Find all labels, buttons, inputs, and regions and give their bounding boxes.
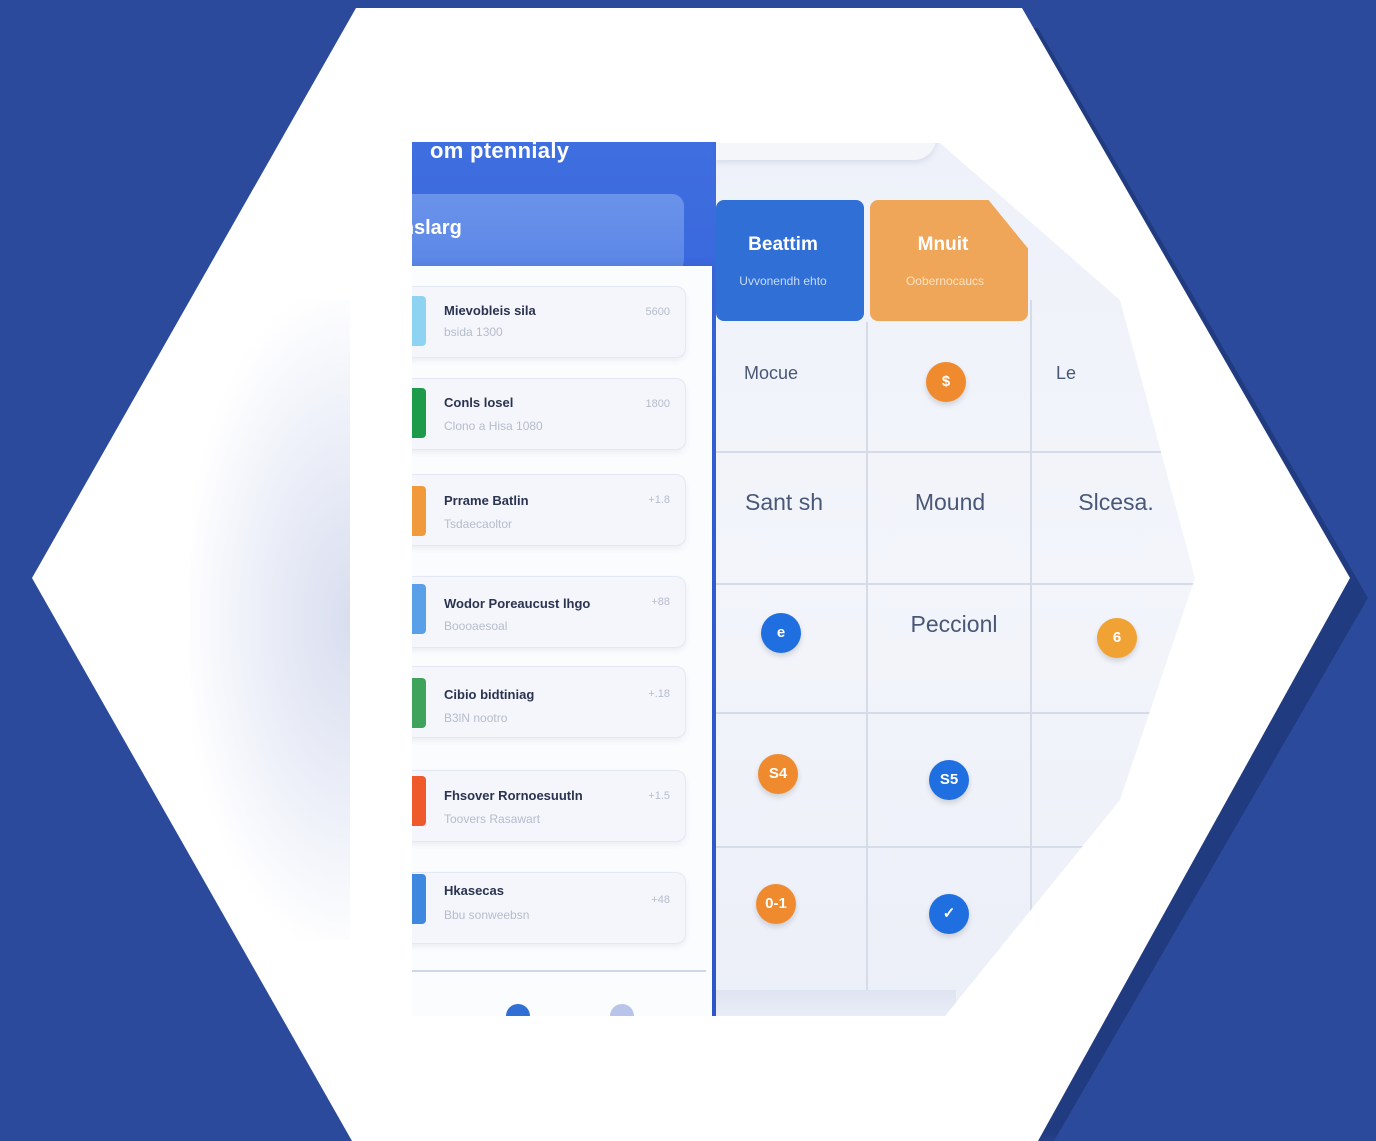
- grid-cell[interactable]: Mound: [870, 489, 1030, 516]
- list-item-subtitle: bsida 1300: [444, 325, 503, 339]
- list-item-subtitle: Tsdaecaoltor: [444, 517, 513, 531]
- list-item-subtitle: B3lN nootro: [444, 711, 508, 725]
- list-item-subtitle: Clono a Hisa 1080: [444, 419, 543, 433]
- mockup-glow: [190, 300, 350, 940]
- list-item-meta: +1.5: [648, 790, 670, 802]
- check-icon[interactable]: ✓: [929, 894, 969, 934]
- counter-icon[interactable]: 0-1: [756, 884, 796, 924]
- list-item-meta: 5600: [645, 306, 670, 318]
- sheet-divider: [412, 970, 706, 972]
- header-card-title: Mnuit: [917, 234, 969, 255]
- list-item-title: Cibio bidtiniag: [444, 687, 535, 702]
- list-item-title: Fhsover Rornoesuutln: [444, 788, 583, 803]
- dollar-icon[interactable]: $: [926, 362, 966, 402]
- grid-cell[interactable]: Peccionl: [874, 611, 1034, 638]
- grid-footer: [716, 990, 956, 1016]
- list-item-title: Wodor Poreaucust lhgo: [444, 596, 591, 611]
- list-item-title: Mievobleis sila: [444, 303, 536, 318]
- grid-cell[interactable]: Mocue: [691, 363, 851, 384]
- grid-divider: [866, 322, 868, 990]
- grid-divider: [716, 451, 1195, 453]
- grid-cell[interactable]: Slcesa.: [1036, 489, 1195, 516]
- list-item-subtitle: Bbu sonweebsn: [444, 908, 530, 922]
- grid-cell[interactable]: Sant sh: [704, 489, 864, 516]
- coin-icon[interactable]: 6: [1097, 618, 1137, 658]
- header-card-subtitle: Uvvonendh ehto: [739, 274, 827, 288]
- list-item-title: Prrame Batlin: [444, 493, 529, 508]
- list-item-meta: +1.8: [648, 494, 670, 506]
- header-card-title: Beattim: [748, 234, 818, 255]
- list-item-meta: +88: [651, 596, 670, 608]
- currency-icon[interactable]: S4: [758, 754, 798, 794]
- header-card-subtitle: Oobernocaucs: [905, 274, 985, 288]
- list-item-subtitle: Toovers Rasawart: [444, 812, 541, 826]
- list-item-title: Conls losel: [444, 395, 514, 410]
- money-icon[interactable]: S5: [929, 760, 969, 800]
- grid-cell[interactable]: Le: [986, 363, 1146, 384]
- header-card[interactable]: [716, 200, 864, 321]
- list-item-meta: +48: [651, 894, 670, 906]
- edit-icon[interactable]: e: [761, 613, 801, 653]
- grid-divider: [716, 712, 1195, 714]
- grid-divider: [1030, 300, 1032, 990]
- list-item-title: Hkasecas: [444, 883, 504, 898]
- grid-divider: [716, 583, 1195, 585]
- list-item-meta: 1800: [645, 398, 670, 410]
- list-item-meta: +.18: [648, 688, 670, 700]
- list-item-subtitle: Boooaesoal: [444, 619, 508, 633]
- hexagon-stage: om ptennialy pmslarg ♡ Mievobleis sila b…: [0, 0, 1376, 1141]
